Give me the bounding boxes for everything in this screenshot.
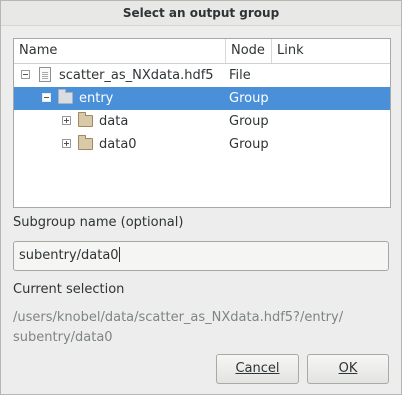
output-group-dialog: Select an output group Name Node Link sc… [0, 0, 402, 395]
tree-row-data0[interactable]: data0 Group [14, 133, 390, 156]
subgroup-input-value: subentry/data0 [19, 248, 119, 263]
expand-icon[interactable] [62, 116, 71, 125]
folder-icon [78, 135, 93, 150]
folder-icon [58, 89, 73, 104]
tree-row-name: entry [79, 91, 114, 106]
expand-icon[interactable] [62, 139, 71, 148]
selection-path-line-2: subentry/data0 [13, 330, 113, 345]
tree-row-name: data0 [99, 137, 137, 152]
tree-row-node: Group [229, 91, 269, 106]
subgroup-label: Subgroup name (optional) [13, 215, 184, 230]
current-selection-label: Current selection [13, 282, 125, 297]
tree-row-node: File [229, 68, 251, 83]
tree-row-node: Group [229, 137, 269, 152]
folder-icon [78, 112, 93, 127]
subgroup-name-input[interactable]: subentry/data0 [13, 241, 389, 271]
tree-rows: scatter_as_NXdata.hdf5 File entry Group … [14, 64, 390, 156]
file-icon [39, 67, 51, 82]
tree-row-entry[interactable]: entry Group [14, 87, 390, 110]
ok-button[interactable]: OK [307, 354, 389, 384]
tree-row-file[interactable]: scatter_as_NXdata.hdf5 File [14, 64, 390, 87]
current-selection-path: /users/knobel/data/scatter_as_NXdata.hdf… [13, 308, 389, 348]
group-tree-view[interactable]: Name Node Link scatter_as_NXdata.hdf5 Fi… [13, 38, 391, 208]
column-header-name[interactable]: Name [14, 39, 226, 63]
column-header-node[interactable]: Node [226, 39, 272, 63]
tree-row-node: Group [229, 114, 269, 129]
tree-header: Name Node Link [14, 39, 390, 64]
collapse-icon[interactable] [21, 70, 30, 79]
tree-row-data[interactable]: data Group [14, 110, 390, 133]
cancel-button[interactable]: Cancel [216, 354, 299, 384]
tree-row-name: data [99, 114, 129, 129]
column-header-link[interactable]: Link [272, 39, 390, 63]
text-caret [118, 247, 120, 262]
selection-path-line-1: /users/knobel/data/scatter_as_NXdata.hdf… [13, 310, 344, 325]
tree-row-name: scatter_as_NXdata.hdf5 [59, 68, 214, 83]
collapse-icon[interactable] [42, 93, 51, 102]
dialog-title: Select an output group [1, 1, 401, 26]
